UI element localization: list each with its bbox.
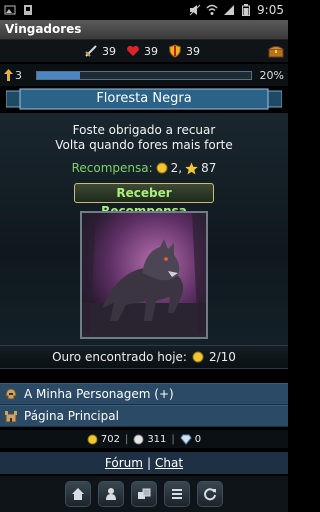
stats-bar: 39 39 39 <box>0 40 288 62</box>
location-banner: Floresta Negra <box>6 88 282 110</box>
refresh-icon <box>204 488 216 501</box>
footer-links: Fórum | Chat <box>0 452 288 474</box>
main-page-label: Página Principal <box>24 409 119 423</box>
xp-progress-fill <box>37 71 80 79</box>
sword-icon <box>85 45 97 57</box>
gold-coin-icon <box>192 351 204 363</box>
result-message: Foste obrigado a recuar Volta quando for… <box>0 123 288 153</box>
main-page-menu-item[interactable]: Página Principal <box>0 405 288 427</box>
list-button[interactable] <box>164 481 190 507</box>
app-title: Vingadores <box>5 22 82 36</box>
gold-coin-icon <box>87 434 98 444</box>
currency-row: 702 | 311 | 0 <box>0 430 288 448</box>
health-value: 39 <box>144 44 158 58</box>
chat-link[interactable]: Chat <box>155 456 183 470</box>
app-notification-icon <box>22 4 34 16</box>
battery-icon <box>240 4 252 16</box>
receive-reward-button[interactable]: Receber Recompensa <box>74 183 214 218</box>
separator: | <box>124 433 129 445</box>
castle-icon <box>5 411 17 423</box>
signal-icon <box>223 4 235 16</box>
my-character-label: A Minha Personagem (+) <box>24 387 174 401</box>
image-notification-icon <box>4 4 16 16</box>
refresh-button[interactable] <box>197 481 223 507</box>
attack-stat: 39 <box>84 44 116 58</box>
treasure-chest-icon[interactable] <box>268 44 284 58</box>
wifi-icon <box>206 4 218 16</box>
home-button[interactable] <box>65 481 91 507</box>
inventory-button[interactable] <box>131 481 157 507</box>
star-icon <box>185 162 198 174</box>
wolf-image <box>82 213 206 337</box>
status-bar: 9:05 <box>0 0 288 20</box>
xp-percent: 20% <box>259 68 284 82</box>
result-line-2: Volta quando fores mais forte <box>55 138 233 152</box>
defense-stat: 39 <box>168 44 200 58</box>
home-icon <box>72 488 84 500</box>
location-title: Floresta Negra <box>96 91 192 106</box>
silver-amount: 311 <box>147 433 167 445</box>
reward-summary: Recompensa: 2, 87 <box>0 161 288 175</box>
enemy-wolf-portrait <box>80 211 208 339</box>
battle-result-panel: Foste obrigado a recuar Volta quando for… <box>0 113 288 345</box>
inventory-icon <box>138 488 151 499</box>
heart-icon <box>127 45 139 56</box>
my-character-menu-item[interactable]: A Minha Personagem (+) <box>0 383 288 405</box>
attack-value: 39 <box>102 44 116 58</box>
forum-link[interactable]: Fórum <box>105 456 143 470</box>
level-arrow-icon <box>4 69 13 81</box>
diamond-icon <box>180 434 192 445</box>
level-indicator: 3 <box>4 69 30 82</box>
gold-today-bar: Ouro encontrado hoje: 2/10 <box>0 345 288 369</box>
bottom-navigation <box>0 476 288 512</box>
list-icon <box>172 489 182 499</box>
diamond-amount: 0 <box>194 433 202 445</box>
mute-icon <box>189 4 201 16</box>
gold-coin-icon <box>156 162 168 174</box>
status-time: 9:05 <box>257 3 284 17</box>
defense-value: 39 <box>186 44 200 58</box>
character-icon <box>106 488 116 500</box>
reward-label: Recompensa: <box>71 161 153 175</box>
gold-today-label: Ouro encontrado hoje: <box>52 350 187 364</box>
result-line-1: Foste obrigado a recuar <box>72 123 216 137</box>
level-row: 3 20% <box>0 64 288 86</box>
character-button[interactable] <box>98 481 124 507</box>
helmet-icon <box>5 388 17 400</box>
gold-today-value: 2/10 <box>208 350 236 364</box>
level-number: 3 <box>15 68 22 82</box>
xp-progress-bar <box>36 70 252 80</box>
app-title-bar: Vingadores <box>0 20 288 40</box>
reward-gold: 2, <box>170 161 183 175</box>
reward-xp: 87 <box>201 161 217 175</box>
health-stat: 39 <box>126 44 158 58</box>
link-separator: | <box>146 456 152 470</box>
shield-icon <box>168 44 182 58</box>
silver-coin-icon <box>133 434 144 444</box>
separator: | <box>171 433 175 445</box>
gold-amount: 702 <box>100 433 120 445</box>
